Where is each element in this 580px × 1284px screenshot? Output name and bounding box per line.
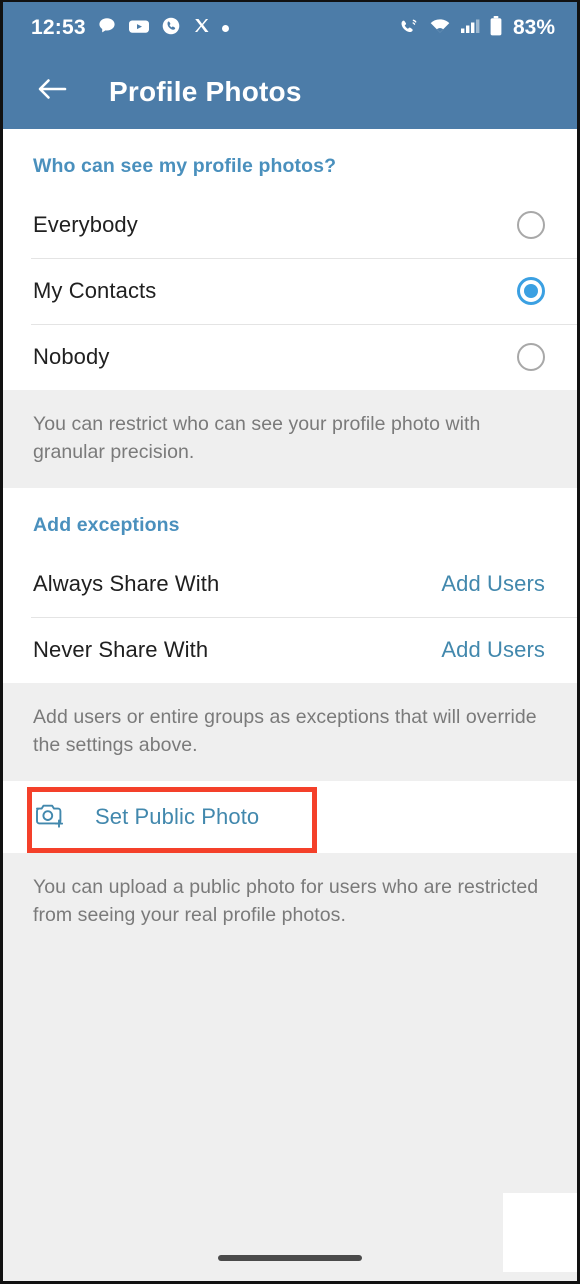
x-twitter-icon bbox=[192, 16, 211, 40]
wifi-icon bbox=[429, 16, 451, 41]
camera-plus-icon bbox=[33, 799, 67, 836]
status-time: 12:53 bbox=[31, 16, 86, 39]
visibility-section: Who can see my profile photos? Everybody… bbox=[3, 129, 577, 390]
phone-screen: 12:53 83% Profile Photos Who can see my … bbox=[0, 0, 580, 1284]
cellular-signal-icon bbox=[459, 16, 481, 41]
status-bar: 12:53 83% bbox=[3, 2, 577, 54]
white-overlay-patch bbox=[503, 1193, 577, 1272]
set-public-photo-label: Set Public Photo bbox=[95, 804, 260, 829]
option-label-everybody: Everybody bbox=[33, 212, 138, 237]
radio-nobody[interactable] bbox=[517, 343, 545, 371]
battery-percent: 83% bbox=[512, 16, 555, 39]
dot-icon bbox=[221, 24, 229, 32]
label-never-share-with: Never Share With bbox=[33, 637, 209, 662]
public-photo-note: You can upload a public photo for users … bbox=[3, 853, 577, 951]
option-row-everybody[interactable]: Everybody bbox=[3, 192, 577, 258]
row-never-share-with[interactable]: Never Share With Add Users bbox=[3, 617, 577, 683]
set-public-photo-button[interactable]: Set Public Photo bbox=[3, 781, 577, 853]
radio-my-contacts[interactable] bbox=[517, 277, 545, 305]
back-arrow-icon bbox=[35, 75, 69, 108]
back-button[interactable] bbox=[31, 71, 73, 113]
status-bar-left: 12:53 bbox=[31, 16, 229, 41]
row-always-share-with[interactable]: Always Share With Add Users bbox=[3, 551, 577, 617]
call-signal-icon bbox=[399, 16, 421, 41]
battery-icon bbox=[489, 15, 503, 42]
page-title: Profile Photos bbox=[109, 75, 302, 107]
exceptions-note: Add users or entire groups as exceptions… bbox=[3, 683, 577, 781]
exceptions-section: Add exceptions Always Share With Add Use… bbox=[3, 488, 577, 683]
nav-gesture-pill[interactable] bbox=[218, 1255, 362, 1261]
option-label-nobody: Nobody bbox=[33, 344, 110, 369]
public-photo-section: Set Public Photo bbox=[3, 781, 577, 853]
youtube-icon bbox=[128, 16, 150, 41]
option-row-nobody[interactable]: Nobody bbox=[3, 324, 577, 390]
phone-circle-icon bbox=[161, 16, 181, 41]
add-users-button-always[interactable]: Add Users bbox=[441, 571, 545, 597]
app-bar: Profile Photos bbox=[3, 54, 577, 129]
option-label-my-contacts: My Contacts bbox=[33, 278, 157, 303]
option-row-my-contacts[interactable]: My Contacts bbox=[3, 258, 577, 324]
visibility-note: You can restrict who can see your profil… bbox=[3, 390, 577, 488]
radio-everybody[interactable] bbox=[517, 211, 545, 239]
add-users-button-never[interactable]: Add Users bbox=[441, 637, 545, 663]
status-bar-right: 83% bbox=[399, 15, 555, 42]
chat-bubble-icon bbox=[97, 16, 117, 41]
visibility-section-header: Who can see my profile photos? bbox=[33, 155, 337, 177]
settings-content: Who can see my profile photos? Everybody… bbox=[3, 129, 577, 1281]
exceptions-section-header: Add exceptions bbox=[33, 514, 180, 536]
label-always-share-with: Always Share With bbox=[33, 571, 220, 596]
